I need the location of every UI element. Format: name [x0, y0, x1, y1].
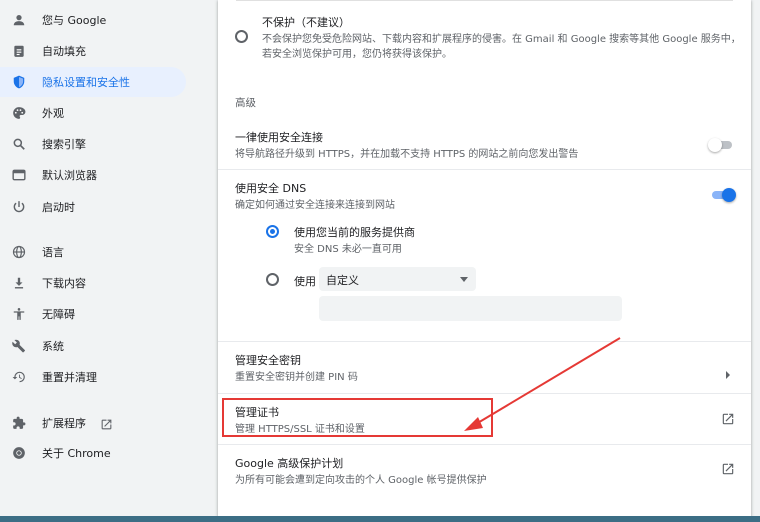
sidebar-item-label: 您与 Google: [42, 14, 107, 27]
sidebar-item-label: 重置并清理: [42, 371, 97, 384]
https-desc: 将导航路径升级到 HTTPS，并在加载不支持 HTTPS 的网站之前向您发出警告: [235, 149, 579, 160]
taskbar-strip: [0, 516, 760, 522]
sidebar-item-system[interactable]: 系统: [0, 331, 186, 361]
sidebar-item-label: 隐私设置和安全性: [42, 76, 130, 89]
dns-provider-select[interactable]: 自定义: [319, 267, 476, 291]
security-keys-title: 管理安全密钥: [235, 354, 301, 367]
advanced-protection-title: Google 高级保护计划: [235, 457, 344, 470]
security-keys-desc: 重置安全密钥并创建 PIN 码: [235, 372, 358, 383]
sidebar-item-label: 系统: [42, 340, 64, 353]
secure-dns-toggle[interactable]: [710, 188, 736, 202]
divider: [236, 0, 733, 1]
no-protection-desc-line2: 若安全浏览保护可用，您仍将获得该保护。: [262, 49, 452, 60]
dns-option-custom[interactable]: 使用: [218, 266, 751, 294]
sidebar-item-appearance[interactable]: 外观: [0, 98, 186, 128]
manage-security-keys-row[interactable]: 管理安全密钥 重置安全密钥并创建 PIN 码: [218, 342, 751, 392]
secure-dns-title: 使用安全 DNS: [235, 182, 307, 195]
palette-icon: [11, 105, 27, 121]
sidebar-item-extensions[interactable]: 扩展程序: [0, 408, 186, 438]
https-title: 一律使用安全连接: [235, 131, 323, 144]
sidebar-item-downloads[interactable]: 下载内容: [0, 268, 186, 298]
sidebar-item-label: 关于 Chrome: [42, 447, 111, 460]
accessibility-icon: [11, 306, 27, 322]
dns-current-provider-desc: 安全 DNS 未必一直可用: [294, 244, 402, 255]
secure-dns-desc: 确定如何通过安全连接来连接到网站: [235, 200, 395, 211]
browser-window-icon: [11, 167, 27, 183]
sidebar-item-default-browser[interactable]: 默认浏览器: [0, 160, 186, 190]
clipboard-icon: [11, 43, 27, 59]
dns-provider-select-value: 自定义: [326, 274, 359, 287]
dns-current-provider-title: 使用您当前的服务提供商: [294, 226, 415, 239]
puzzle-icon: [11, 415, 27, 431]
wrench-icon: [11, 338, 27, 354]
sidebar-item-privacy-security[interactable]: 隐私设置和安全性: [0, 67, 186, 97]
person-icon: [11, 12, 27, 28]
custom-dns-input[interactable]: [319, 296, 622, 321]
settings-sidebar: 您与 Google 自动填充 隐私设置和安全性 外观 搜索引擎 默认浏览器 启动…: [0, 0, 200, 516]
toggle-knob: [708, 138, 722, 152]
dns-custom-label: 使用: [294, 275, 316, 288]
sidebar-item-label: 下载内容: [42, 277, 86, 290]
search-icon: [11, 136, 27, 152]
sidebar-item-label: 默认浏览器: [42, 169, 97, 182]
shield-icon: [11, 74, 27, 90]
sidebar-item-label: 扩展程序: [42, 417, 86, 430]
advanced-protection-desc: 为所有可能会遭到定向攻击的个人 Google 帐号提供保护: [235, 475, 487, 486]
globe-icon: [11, 244, 27, 260]
sidebar-item-languages[interactable]: 语言: [0, 237, 186, 267]
restore-icon: [11, 369, 27, 385]
sidebar-item-reset-cleanup[interactable]: 重置并清理: [0, 362, 186, 392]
sidebar-item-search-engine[interactable]: 搜索引擎: [0, 129, 186, 159]
secure-dns-row[interactable]: 使用安全 DNS 确定如何通过安全连接来连接到网站: [218, 170, 751, 218]
chevron-right-icon: [725, 364, 731, 383]
sidebar-item-you-and-google[interactable]: 您与 Google: [0, 5, 186, 35]
no-protection-option[interactable]: 不保护（不建议） 不会保护您免受危险网站、下载内容和扩展程序的侵害。在 Gmai…: [218, 8, 751, 68]
advanced-heading: 高级: [235, 97, 256, 109]
dns-current-provider-radio[interactable]: [266, 225, 279, 238]
power-icon: [11, 199, 27, 215]
no-protection-desc-line1: 不会保护您免受危险网站、下载内容和扩展程序的侵害。在 Gmail 和 Googl…: [262, 34, 741, 45]
sidebar-item-label: 自动填充: [42, 45, 86, 58]
privacy-settings-card: 不保护（不建议） 不会保护您免受危险网站、下载内容和扩展程序的侵害。在 Gmai…: [218, 0, 751, 516]
always-use-https-row[interactable]: 一律使用安全连接 将导航路径升级到 HTTPS，并在加载不支持 HTTPS 的网…: [218, 120, 751, 168]
open-in-new-icon[interactable]: [721, 411, 735, 430]
no-protection-title: 不保护（不建议）: [262, 16, 350, 29]
chevron-down-icon: [460, 277, 468, 282]
dns-custom-radio[interactable]: [266, 273, 279, 286]
sidebar-item-label: 搜索引擎: [42, 138, 86, 151]
annotation-highlight-box: [222, 398, 493, 437]
no-protection-radio[interactable]: [235, 30, 248, 43]
sidebar-item-label: 启动时: [42, 201, 75, 214]
chrome-icon: [11, 445, 27, 461]
sidebar-item-on-startup[interactable]: 启动时: [0, 192, 186, 222]
advanced-protection-row[interactable]: Google 高级保护计划 为所有可能会遭到定向攻击的个人 Google 帐号提…: [218, 445, 751, 495]
download-icon: [11, 275, 27, 291]
sidebar-item-label: 外观: [42, 107, 64, 120]
sidebar-item-about-chrome[interactable]: 关于 Chrome: [0, 438, 186, 468]
sidebar-item-accessibility[interactable]: 无障碍: [0, 299, 186, 329]
dns-option-current-provider[interactable]: 使用您当前的服务提供商 安全 DNS 未必一直可用: [218, 220, 751, 256]
sidebar-item-label: 语言: [42, 246, 64, 259]
sidebar-item-label: 无障碍: [42, 308, 75, 321]
open-in-new-icon[interactable]: [721, 461, 735, 480]
open-in-new-icon: [100, 416, 113, 435]
toggle-knob: [722, 188, 736, 202]
sidebar-item-autofill[interactable]: 自动填充: [0, 36, 186, 66]
https-toggle[interactable]: [708, 138, 734, 152]
